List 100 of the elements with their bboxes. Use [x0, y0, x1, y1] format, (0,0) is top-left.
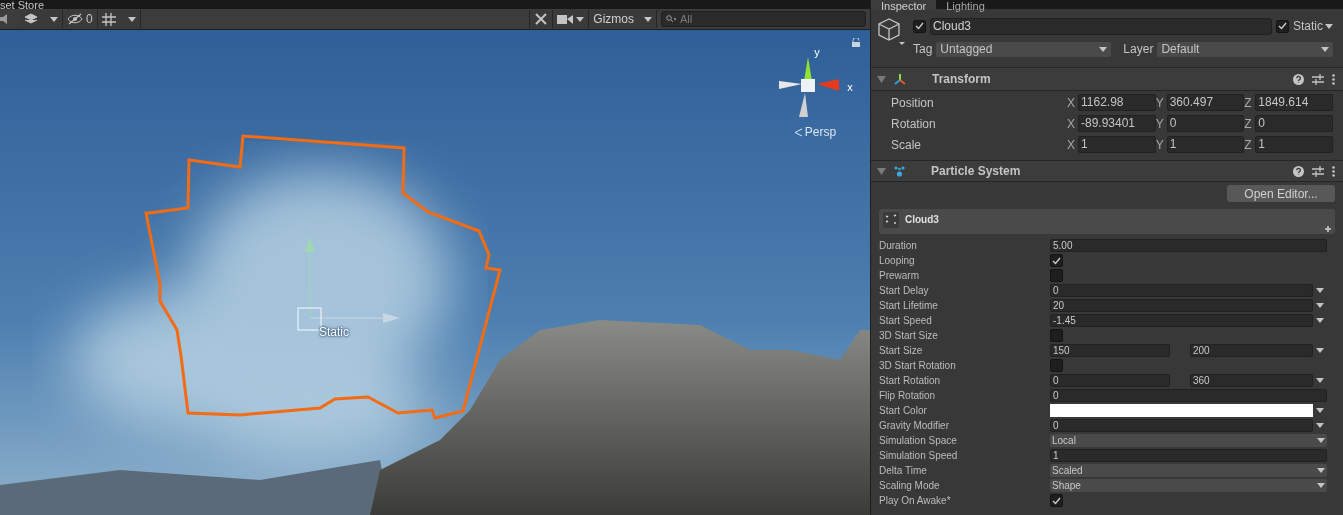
caret-icon: [127, 16, 136, 22]
checkbox[interactable]: [1050, 329, 1063, 342]
component-header[interactable]: Particle System: [871, 160, 1343, 182]
more-icon[interactable]: [1332, 165, 1335, 177]
component-title: Particle System: [931, 163, 1021, 180]
caret-icon: [1316, 408, 1324, 413]
value-field[interactable]: 150: [1050, 344, 1170, 357]
component-header[interactable]: Transform: [871, 67, 1343, 91]
value-field[interactable]: 0: [1255, 115, 1333, 132]
axis-label: X: [1067, 136, 1076, 154]
value-field[interactable]: 1: [1255, 136, 1333, 153]
axis-label: y: [814, 47, 820, 57]
foldout-icon[interactable]: [877, 166, 886, 176]
checkbox[interactable]: [1050, 494, 1063, 507]
layer-dropdown[interactable]: Default: [1157, 41, 1333, 57]
value-field[interactable]: 200: [1190, 344, 1313, 357]
sliders-icon[interactable]: [1312, 73, 1324, 85]
value-field[interactable]: 0: [1050, 389, 1327, 402]
axis-label: Y: [1155, 136, 1165, 154]
value-field[interactable]: 1: [1166, 136, 1245, 153]
value-field[interactable]: 0: [1050, 374, 1170, 387]
axis-label: Y: [1155, 94, 1165, 112]
caret-icon: [1317, 438, 1325, 443]
caret-icon: [1316, 423, 1324, 428]
caret-icon: [1099, 46, 1108, 52]
transform-label: Scale: [891, 136, 923, 154]
dropdown[interactable]: Local: [1050, 434, 1327, 447]
property-label: Looping: [879, 254, 916, 268]
lock-icon[interactable]: [852, 38, 860, 47]
chevron-icon: [793, 127, 803, 137]
component-title: Transform: [932, 71, 991, 88]
value-field[interactable]: -1.45: [1050, 314, 1313, 327]
value-field[interactable]: 360: [1190, 374, 1313, 387]
caret-icon: [1316, 318, 1324, 323]
cube-icon[interactable]: [877, 17, 905, 47]
object-label: Static: [319, 324, 349, 341]
caret-icon: [1316, 303, 1324, 308]
axis-label: X: [1067, 94, 1076, 112]
value-field[interactable]: 1: [1078, 136, 1156, 153]
caret-icon: [1317, 468, 1325, 473]
value-field[interactable]: 1849.614: [1255, 94, 1333, 111]
property-label: 3D Start Size: [879, 329, 939, 343]
caret-icon: [576, 16, 585, 22]
camera-icon: [557, 13, 574, 25]
tag-label: Tag: [913, 41, 933, 58]
projection-label[interactable]: Persp: [793, 123, 837, 141]
layers-icon: [24, 13, 38, 25]
caret-icon: [1325, 23, 1333, 29]
property-label: Start Size: [879, 344, 924, 358]
caret-icon: [1321, 46, 1329, 52]
window-tab[interactable]: set Store: [0, 2, 45, 9]
help-icon[interactable]: [1293, 165, 1304, 177]
dropdown[interactable]: Scaled: [1050, 464, 1327, 477]
sliders-icon[interactable]: [1312, 165, 1324, 177]
transform-label: Position: [891, 94, 935, 112]
transform-label: Rotation: [891, 115, 937, 133]
checkbox[interactable]: [1050, 359, 1063, 372]
caret-icon: [1317, 483, 1325, 488]
value-field[interactable]: 1: [1050, 449, 1327, 462]
help-icon[interactable]: [1293, 73, 1304, 85]
property-label: Start Lifetime: [879, 299, 939, 313]
plus-icon[interactable]: [1325, 226, 1331, 232]
axis-label: X: [1067, 115, 1076, 133]
axis-label: Z: [1244, 136, 1253, 154]
module-title: Cloud3: [905, 213, 939, 227]
checkbox[interactable]: [1050, 269, 1063, 282]
checkbox[interactable]: [1276, 19, 1289, 33]
open-editor-button[interactable]: Open Editor...: [1227, 185, 1335, 202]
property-label: Start Color: [879, 404, 928, 418]
property-label: Prewarm: [879, 269, 920, 283]
property-label: Play On Awake*: [879, 494, 952, 508]
value-field[interactable]: 0: [1050, 284, 1313, 297]
caret-icon: [644, 16, 652, 22]
axis-label: Y: [1155, 115, 1165, 133]
foldout-icon[interactable]: [877, 74, 886, 84]
checkbox[interactable]: [913, 19, 926, 33]
value-field[interactable]: -89.93401: [1078, 115, 1156, 132]
color-swatch[interactable]: [1050, 404, 1313, 417]
more-icon[interactable]: [1332, 73, 1335, 85]
name-field[interactable]: Cloud3: [930, 17, 1272, 35]
speaker-icon[interactable]: [0, 13, 10, 25]
value-field[interactable]: 20: [1050, 299, 1313, 312]
value-field[interactable]: 0: [1050, 419, 1313, 432]
value-field[interactable]: 5.00: [1050, 239, 1327, 252]
tools-button[interactable]: [529, 10, 554, 28]
property-label: 3D Start Rotation: [879, 359, 957, 373]
tag-dropdown[interactable]: Untagged: [936, 41, 1112, 57]
property-label: Start Speed: [879, 314, 933, 328]
property-label: Duration: [879, 239, 918, 253]
static-dropdown[interactable]: Static: [1293, 17, 1337, 35]
dropdown[interactable]: Shape: [1050, 479, 1327, 492]
property-label: Simulation Speed: [879, 449, 959, 463]
module-header[interactable]: Cloud3: [879, 209, 1335, 234]
value-field[interactable]: 0: [1166, 115, 1245, 132]
transform-icon: [894, 73, 906, 85]
value-field[interactable]: 360.497: [1166, 94, 1245, 111]
checkbox[interactable]: [1050, 254, 1063, 267]
eye-crossed-icon: [67, 13, 83, 25]
value-field[interactable]: 1162.98: [1078, 94, 1156, 111]
property-label: Gravity Modifier: [879, 419, 950, 433]
